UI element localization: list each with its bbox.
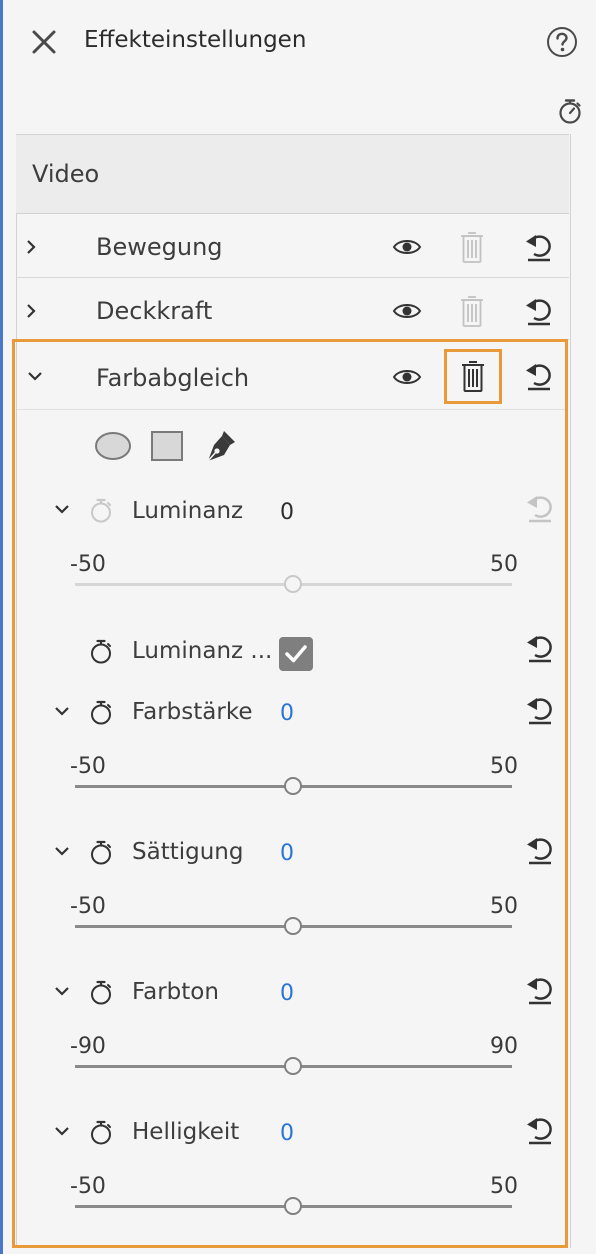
param-value-saettigung[interactable]: 0: [280, 841, 294, 866]
slider-thumb[interactable]: [284, 777, 302, 795]
chevron-down-icon[interactable]: [52, 981, 72, 1001]
chevron-down-icon[interactable]: [52, 841, 72, 861]
reset-icon[interactable]: [525, 974, 555, 1006]
chevron-down-icon[interactable]: [52, 1121, 72, 1141]
section-title: Video: [32, 160, 100, 188]
param-label-helligkeit: Helligkeit: [132, 1119, 240, 1145]
range-min: -50: [70, 894, 106, 919]
luminanz-checkbox[interactable]: [279, 637, 313, 671]
window-edge: [0, 0, 3, 1254]
ellipse-mask-icon[interactable]: [94, 431, 132, 461]
stopwatch-icon[interactable]: [89, 497, 113, 524]
close-icon[interactable]: [30, 28, 58, 56]
eye-icon[interactable]: [392, 366, 422, 388]
chevron-down-icon[interactable]: [25, 366, 45, 386]
slider-thumb[interactable]: [284, 1057, 302, 1075]
chevron-right-icon[interactable]: [21, 237, 41, 257]
divider: [16, 277, 569, 278]
param-value-farbton[interactable]: 0: [280, 981, 294, 1006]
eye-icon[interactable]: [392, 300, 422, 322]
trash-icon[interactable]: [458, 229, 486, 265]
param-label-luminanz-option: Luminanz ...: [132, 638, 273, 664]
slider-thumb[interactable]: [284, 575, 302, 593]
chevron-down-icon[interactable]: [52, 499, 72, 519]
stopwatch-icon[interactable]: [89, 699, 113, 726]
stopwatch-icon[interactable]: [89, 1119, 113, 1146]
stopwatch-icon[interactable]: [557, 97, 583, 125]
reset-icon[interactable]: [524, 231, 554, 263]
rectangle-mask-icon[interactable]: [150, 430, 184, 462]
range-min: -50: [70, 754, 106, 779]
eye-icon[interactable]: [392, 236, 422, 258]
stopwatch-icon[interactable]: [89, 638, 113, 665]
pen-mask-icon[interactable]: [204, 428, 238, 464]
range-max: 90: [490, 1034, 518, 1059]
reset-icon[interactable]: [524, 295, 554, 327]
param-label-farbstaerke: Farbstärke: [132, 699, 253, 725]
reset-icon[interactable]: [525, 834, 555, 866]
range-max: 50: [490, 754, 518, 779]
range-min: -50: [70, 552, 106, 577]
effect-label-bewegung[interactable]: Bewegung: [96, 233, 223, 261]
effect-label-farbabgleich[interactable]: Farbabgleich: [96, 364, 249, 392]
range-min: -90: [70, 1034, 106, 1059]
stopwatch-icon[interactable]: [89, 839, 113, 866]
chevron-down-icon[interactable]: [52, 701, 72, 721]
param-value-luminanz[interactable]: 0: [280, 500, 294, 525]
chevron-right-icon[interactable]: [21, 301, 41, 321]
range-max: 50: [490, 1174, 518, 1199]
reset-icon[interactable]: [525, 694, 555, 726]
slider-thumb[interactable]: [284, 1197, 302, 1215]
param-value-farbstaerke[interactable]: 0: [280, 701, 294, 726]
reset-icon[interactable]: [525, 632, 555, 664]
slider-thumb[interactable]: [284, 917, 302, 935]
param-label-farbton: Farbton: [132, 979, 219, 1005]
reset-icon[interactable]: [525, 492, 555, 524]
reset-icon[interactable]: [525, 1114, 555, 1146]
help-icon[interactable]: [546, 26, 578, 58]
reset-icon[interactable]: [524, 360, 554, 392]
range-min: -50: [70, 1174, 106, 1199]
param-value-helligkeit[interactable]: 0: [280, 1121, 294, 1146]
range-max: 50: [490, 894, 518, 919]
effect-label-deckkraft[interactable]: Deckkraft: [96, 297, 212, 325]
panel-title: Effekteinstellungen: [84, 27, 307, 53]
param-label-luminanz: Luminanz: [132, 498, 244, 524]
trash-icon[interactable]: [459, 358, 487, 394]
checkmark-icon: [285, 645, 307, 663]
stopwatch-icon[interactable]: [89, 979, 113, 1006]
param-label-saettigung: Sättigung: [132, 839, 244, 865]
range-max: 50: [490, 552, 518, 577]
trash-icon[interactable]: [458, 293, 486, 329]
